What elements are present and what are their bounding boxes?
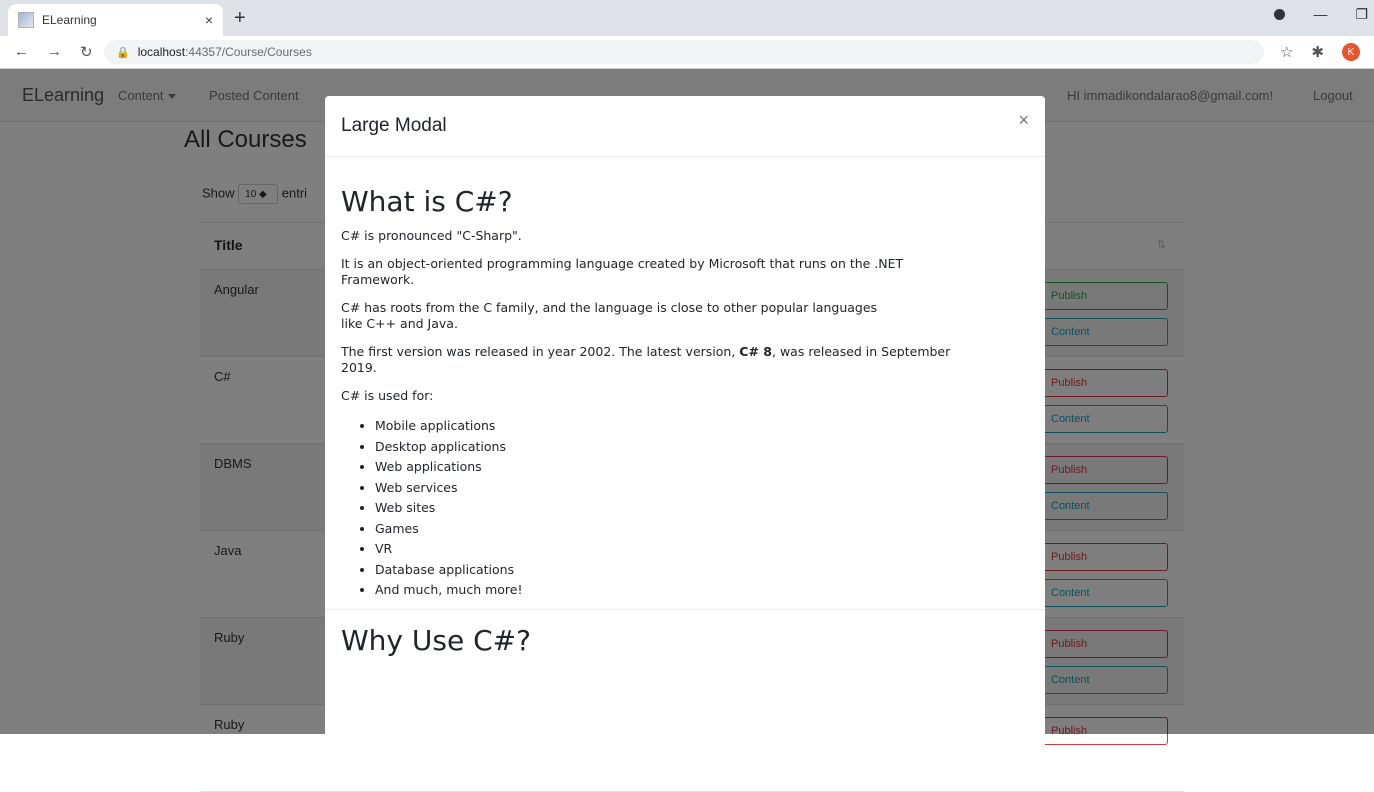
text-line: Framework. (341, 272, 415, 287)
browser-tab-bar: ELearning × + — ❐ (0, 0, 1374, 36)
reload-icon[interactable]: ↻ (80, 43, 93, 61)
list-item: Web sites (375, 498, 1029, 519)
paragraph: C# is used for: (341, 388, 434, 403)
text-line: 2019. (341, 360, 377, 375)
text-line: It is an object-oriented programming lan… (341, 256, 904, 271)
avatar[interactable]: K (1342, 43, 1360, 61)
address-bar-row: ← → ↻ 🔒 localhost:44357/Course/Courses ☆… (0, 36, 1374, 69)
list-item: Web services (375, 478, 1029, 499)
list-item: Desktop applications (375, 437, 1029, 458)
divider (325, 608, 1045, 610)
bold-text: C# 8 (739, 344, 772, 359)
url-host: localhost (137, 45, 186, 59)
minimize-icon[interactable]: — (1313, 6, 1327, 23)
favicon-icon (18, 12, 34, 28)
paragraph: It is an object-oriented programming lan… (341, 256, 1029, 288)
toolbar-icons: ☆ ✱ K (1280, 43, 1360, 61)
paragraph: C# has roots from the C family, and the … (341, 300, 1029, 332)
list-item: Games (375, 519, 1029, 540)
extensions-icon[interactable]: ✱ (1311, 43, 1324, 61)
list-item: Mobile applications (375, 416, 1029, 437)
list-item: Web applications (375, 457, 1029, 478)
heading-what-is: What is C#? (341, 185, 513, 218)
modal-body: What is C#? C# is pronounced "C-Sharp". … (325, 157, 1045, 681)
nav-icons: ← → ↻ (14, 43, 93, 61)
close-icon[interactable]: × (1018, 110, 1029, 131)
large-modal: Large Modal × What is C#? C# is pronounc… (325, 96, 1045, 756)
modal-title: Large Modal (341, 115, 447, 136)
list-item: Database applications (375, 560, 1029, 581)
url-field[interactable]: 🔒 localhost:44357/Course/Courses (104, 40, 1264, 64)
browser-tab[interactable]: ELearning × (8, 4, 223, 36)
url-path: :44357/Course/Courses (185, 45, 312, 59)
tab-title: ELearning (42, 13, 97, 27)
record-icon[interactable] (1274, 9, 1286, 20)
text-line: The first version was released in year 2… (341, 344, 740, 359)
paragraph: C# is pronounced "C-Sharp". (341, 228, 522, 243)
tab-close-icon[interactable]: × (205, 12, 213, 28)
new-tab-icon[interactable]: + (234, 8, 246, 28)
back-icon[interactable]: ← (14, 43, 29, 61)
window-controls: — ❐ (1274, 6, 1368, 23)
list-item: VR (375, 539, 1029, 560)
lock-icon: 🔒 (116, 46, 130, 59)
forward-icon[interactable]: → (47, 43, 62, 61)
text-line: like C++ and Java. (341, 316, 458, 331)
text-line: C# has roots from the C family, and the … (341, 300, 878, 315)
uses-list: Mobile applicationsDesktop applicationsW… (341, 416, 1029, 601)
list-item: And much, much more! (375, 580, 1029, 601)
modal-header: Large Modal × (325, 96, 1045, 157)
star-icon[interactable]: ☆ (1280, 43, 1293, 61)
heading-why-use: Why Use C#? (341, 623, 531, 657)
restore-icon[interactable]: ❐ (1355, 6, 1368, 23)
paragraph: The first version was released in year 2… (341, 344, 1029, 376)
text-line: , was released in September (772, 344, 951, 359)
